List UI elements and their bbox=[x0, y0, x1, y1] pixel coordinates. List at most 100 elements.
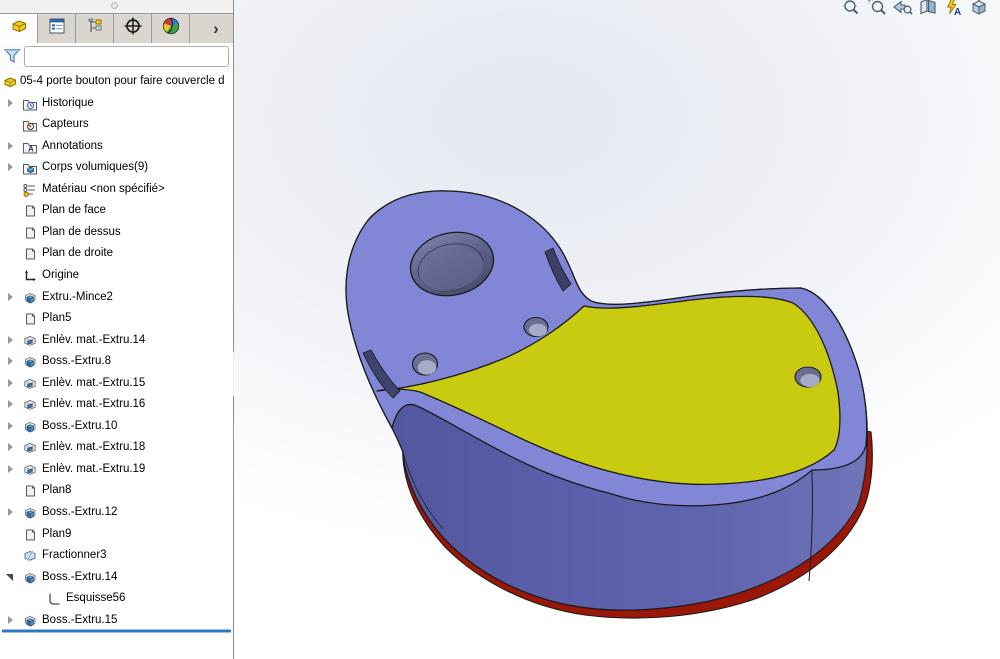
tree-item-label: Plan5 bbox=[42, 312, 72, 325]
material-icon bbox=[22, 182, 38, 198]
plane-icon bbox=[22, 246, 38, 262]
tree-item-plan-de-dessus[interactable]: Plan de dessus bbox=[0, 222, 233, 244]
tabs-overflow-button[interactable]: › bbox=[205, 18, 227, 40]
tree-item-label: Fractionner3 bbox=[42, 549, 107, 562]
boss-extrude-icon bbox=[22, 290, 38, 306]
tree-item-05-4-porte-bouton-pour-faire-couvercle-d[interactable]: 05-4 porte bouton pour faire couvercle d bbox=[0, 71, 233, 93]
tree-item-corps-volumiques-9[interactable]: Corps volumiques(9) bbox=[0, 157, 233, 179]
tree-item-plan8[interactable]: Plan8 bbox=[0, 480, 233, 502]
panel-top-splitter[interactable] bbox=[0, 0, 233, 14]
boss-extrude-icon bbox=[22, 505, 38, 521]
folder-solid-bodies-icon bbox=[22, 160, 38, 176]
plane-icon bbox=[22, 311, 38, 327]
expand-arrow-icon[interactable] bbox=[6, 335, 16, 346]
expand-arrow-icon[interactable] bbox=[6, 464, 16, 475]
tree-item-label: Boss.-Extru.8 bbox=[42, 355, 112, 368]
expand-arrow-icon[interactable] bbox=[6, 378, 16, 389]
tree-item-plan5[interactable]: Plan5 bbox=[0, 308, 233, 330]
expand-arrow-icon[interactable] bbox=[6, 98, 16, 109]
cut-extrude-icon bbox=[22, 440, 38, 456]
tree-item-label: Capteurs bbox=[42, 118, 89, 131]
tree-item-label: Corps volumiques(9) bbox=[42, 161, 149, 174]
expand-arrow-icon[interactable] bbox=[6, 508, 16, 518]
tree-item-label: Origine bbox=[42, 268, 80, 281]
tree-item-esquisse56[interactable]: Esquisse56 bbox=[0, 588, 233, 610]
model-small-hole-2[interactable] bbox=[411, 352, 439, 376]
boss-extrude-icon bbox=[22, 354, 38, 370]
tab-displaymanager[interactable] bbox=[152, 14, 190, 43]
cut-extrude-icon bbox=[22, 333, 38, 349]
cut-extrude-icon bbox=[22, 376, 38, 392]
cut-extrude-icon bbox=[22, 462, 38, 478]
expand-arrow-icon[interactable] bbox=[6, 357, 16, 367]
feature-tree: 05-4 porte bouton pour faire couvercle d… bbox=[0, 71, 233, 631]
tree-filter-input[interactable] bbox=[24, 46, 229, 67]
tree-item-label: Matériau <non spécifié> bbox=[42, 182, 165, 195]
rollback-bar[interactable] bbox=[2, 629, 231, 633]
tree-item-label: Historique bbox=[42, 96, 94, 109]
tree-item-label: Enlèv. mat.-Extru.14 bbox=[42, 333, 146, 346]
tree-item-enl-v-mat-extru-19[interactable]: Enlèv. mat.-Extru.19 bbox=[0, 459, 233, 481]
expand-arrow-icon[interactable] bbox=[6, 141, 16, 152]
tree-item-fractionner3[interactable]: Fractionner3 bbox=[0, 545, 233, 567]
tree-item-plan-de-face[interactable]: Plan de face bbox=[0, 200, 233, 222]
boss-extrude-icon bbox=[22, 570, 38, 586]
splitter-grip-icon bbox=[111, 2, 118, 9]
tab-configurationmanager[interactable] bbox=[76, 14, 114, 43]
tree-item-enl-v-mat-extru-16[interactable]: Enlèv. mat.-Extru.16 bbox=[0, 394, 233, 416]
tree-item-label: 05-4 porte bouton pour faire couvercle d bbox=[20, 75, 225, 87]
tree-item-label: Plan de droite bbox=[42, 247, 113, 260]
filter-funnel-icon bbox=[3, 46, 22, 71]
tree-item-label: Plan8 bbox=[42, 484, 72, 497]
tree-item-boss-extru-10[interactable]: Boss.-Extru.10 bbox=[0, 416, 233, 438]
tab-dimxpertmanager[interactable] bbox=[114, 14, 152, 43]
model-small-hole-1[interactable] bbox=[523, 316, 549, 338]
tree-item-label: Enlèv. mat.-Extru.19 bbox=[42, 462, 146, 475]
graphics-viewport[interactable]: A bbox=[234, 0, 1000, 659]
model-3d-view[interactable] bbox=[234, 0, 1000, 659]
tree-filter-row bbox=[0, 43, 233, 71]
part-root-icon bbox=[2, 74, 18, 90]
tree-item-label: Boss.-Extru.12 bbox=[42, 506, 118, 518]
tree-item-capteurs[interactable]: Capteurs bbox=[0, 114, 233, 136]
boss-extrude-icon bbox=[22, 419, 38, 435]
expand-arrow-icon[interactable] bbox=[6, 573, 16, 583]
origin-icon bbox=[22, 268, 38, 284]
tree-item-label: Extru.-Mince2 bbox=[42, 290, 113, 303]
expand-arrow-icon[interactable] bbox=[6, 400, 16, 410]
tree-item-boss-extru-15[interactable]: Boss.-Extru.15 bbox=[0, 610, 233, 631]
expand-arrow-icon[interactable] bbox=[6, 443, 16, 453]
boss-extrude-icon bbox=[22, 613, 38, 629]
tab-featuremanager-design-tree[interactable] bbox=[0, 14, 38, 43]
folder-sensors-icon bbox=[22, 117, 38, 133]
plane-icon bbox=[22, 483, 38, 499]
tab-propertymanager[interactable] bbox=[38, 14, 76, 43]
tree-item-enl-v-mat-extru-18[interactable]: Enlèv. mat.-Extru.18 bbox=[0, 437, 233, 459]
tree-item-historique[interactable]: Historique bbox=[0, 93, 233, 115]
tree-item-extru-mince2[interactable]: Extru.-Mince2 bbox=[0, 287, 233, 309]
tree-item-enl-v-mat-extru-15[interactable]: Enlèv. mat.-Extru.15 bbox=[0, 373, 233, 395]
tree-item-mat-riau-non-sp-cifi[interactable]: Matériau <non spécifié> bbox=[0, 179, 233, 201]
tree-item-boss-extru-12[interactable]: Boss.-Extru.12 bbox=[0, 502, 233, 524]
folder-history-icon bbox=[22, 96, 38, 112]
propertymanager-icon bbox=[47, 16, 67, 41]
tree-item-origine[interactable]: Origine bbox=[0, 265, 233, 287]
folder-annotations-icon: A bbox=[22, 139, 38, 155]
tree-item-enl-v-mat-extru-14[interactable]: Enlèv. mat.-Extru.14 bbox=[0, 330, 233, 352]
tree-item-plan9[interactable]: Plan9 bbox=[0, 524, 233, 546]
expand-arrow-icon[interactable] bbox=[6, 421, 16, 432]
expand-arrow-icon[interactable] bbox=[6, 292, 16, 303]
sketch-icon bbox=[46, 591, 62, 607]
tree-item-boss-extru-8[interactable]: Boss.-Extru.8 bbox=[0, 351, 233, 373]
expand-arrow-icon[interactable] bbox=[6, 163, 16, 173]
plane-icon bbox=[22, 527, 38, 543]
tree-item-boss-extru-14[interactable]: Boss.-Extru.14 bbox=[0, 567, 233, 589]
tree-item-annotations[interactable]: A Annotations bbox=[0, 136, 233, 158]
tree-item-plan-de-droite[interactable]: Plan de droite bbox=[0, 243, 233, 265]
tree-item-label: Boss.-Extru.10 bbox=[42, 419, 118, 432]
plane-icon bbox=[22, 225, 38, 241]
displaymanager-icon bbox=[161, 16, 181, 41]
expand-arrow-icon[interactable] bbox=[6, 615, 16, 626]
tree-item-label: Plan9 bbox=[42, 527, 72, 540]
model-small-hole-3[interactable] bbox=[794, 366, 822, 388]
